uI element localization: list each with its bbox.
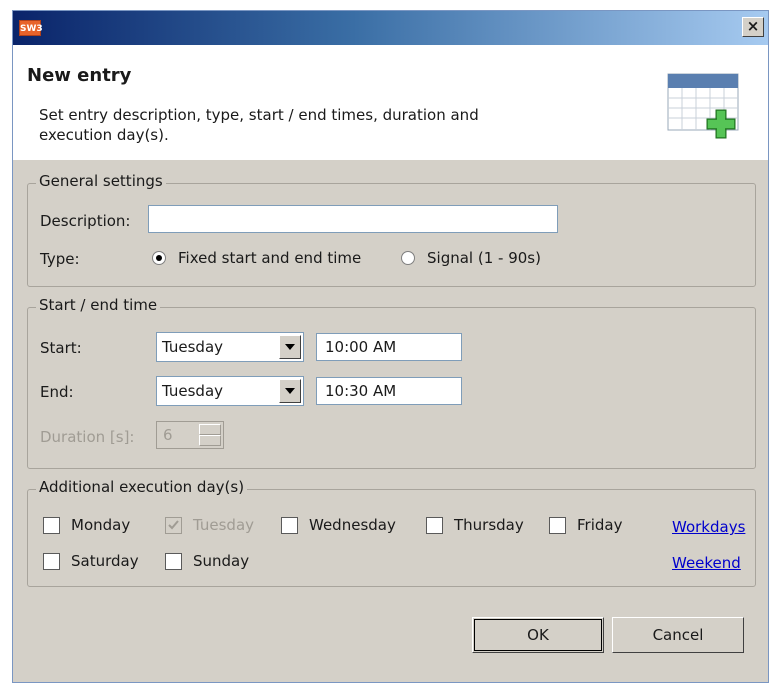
stepper-up-icon[interactable] xyxy=(199,424,221,435)
end-label: End: xyxy=(40,383,74,401)
additional-days-group: Additional execution day(s) Monday Tuesd… xyxy=(27,478,756,587)
start-day-dropdown-arrow-icon[interactable] xyxy=(279,335,301,359)
duration-stepper[interactable]: 6 xyxy=(156,421,224,449)
description-input[interactable] xyxy=(148,205,558,233)
sunday-label[interactable]: Sunday xyxy=(193,552,249,570)
friday-checkbox[interactable] xyxy=(549,517,566,534)
monday-checkbox[interactable] xyxy=(43,517,60,534)
weekend-link[interactable]: Weekend xyxy=(672,554,741,572)
saturday-label[interactable]: Saturday xyxy=(71,552,139,570)
title-bar[interactable]: SW3 × xyxy=(13,11,768,45)
start-end-time-group: Start / end time Start: Tuesday 10:00 AM… xyxy=(27,296,756,469)
checkmark-icon xyxy=(168,520,179,530)
duration-stepper-buttons[interactable] xyxy=(199,424,221,446)
app-icon: SW3 xyxy=(19,20,43,36)
start-day-value: Tuesday xyxy=(162,338,224,356)
thursday-checkbox[interactable] xyxy=(426,517,443,534)
type-label: Type: xyxy=(40,250,80,268)
cancel-button[interactable]: Cancel xyxy=(612,617,744,653)
general-settings-group: General settings Description: Type: Fixe… xyxy=(27,172,756,287)
calendar-add-icon xyxy=(667,73,739,139)
workdays-link[interactable]: Workdays xyxy=(672,518,745,536)
dialog-description: Set entry description, type, start / end… xyxy=(39,106,479,144)
dialog-header: New entry Set entry description, type, s… xyxy=(13,45,768,160)
duration-label: Duration [s]: xyxy=(40,428,135,446)
type-fixed-radio[interactable] xyxy=(152,251,166,265)
wednesday-checkbox[interactable] xyxy=(281,517,298,534)
new-entry-dialog: SW3 × New entry Set entry description, t… xyxy=(12,10,769,683)
close-button[interactable]: × xyxy=(742,17,764,37)
start-time-input[interactable]: 10:00 AM xyxy=(316,333,462,361)
tuesday-checkbox xyxy=(165,517,182,534)
end-day-select[interactable]: Tuesday xyxy=(156,376,304,406)
start-end-time-legend: Start / end time xyxy=(36,296,161,314)
dialog-title: New entry xyxy=(27,65,132,86)
type-fixed-label[interactable]: Fixed start and end time xyxy=(178,249,361,267)
duration-value: 6 xyxy=(163,426,173,444)
additional-days-legend: Additional execution day(s) xyxy=(36,478,248,496)
type-signal-label[interactable]: Signal (1 - 90s) xyxy=(427,249,541,267)
start-day-select[interactable]: Tuesday xyxy=(156,332,304,362)
end-day-value: Tuesday xyxy=(162,382,224,400)
stepper-down-icon[interactable] xyxy=(199,435,221,446)
saturday-checkbox[interactable] xyxy=(43,553,60,570)
tuesday-label: Tuesday xyxy=(193,516,255,534)
type-signal-radio[interactable] xyxy=(401,251,415,265)
monday-label[interactable]: Monday xyxy=(71,516,130,534)
end-day-dropdown-arrow-icon[interactable] xyxy=(279,379,301,403)
wednesday-label[interactable]: Wednesday xyxy=(309,516,396,534)
description-label: Description: xyxy=(40,212,131,230)
general-settings-legend: General settings xyxy=(36,172,166,190)
end-time-input[interactable]: 10:30 AM xyxy=(316,377,462,405)
start-label: Start: xyxy=(40,339,82,357)
sunday-checkbox[interactable] xyxy=(165,553,182,570)
ok-button[interactable]: OK xyxy=(472,617,604,653)
thursday-label[interactable]: Thursday xyxy=(454,516,524,534)
friday-label[interactable]: Friday xyxy=(577,516,622,534)
